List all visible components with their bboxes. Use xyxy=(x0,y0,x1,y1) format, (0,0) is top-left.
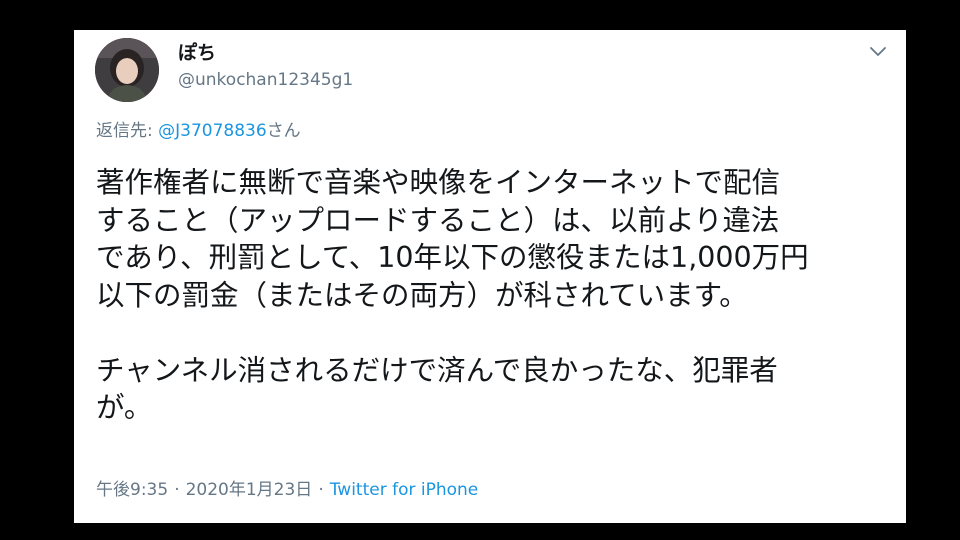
reply-suffix: さん xyxy=(266,121,301,141)
reply-context: 返信先: @J37078836さん xyxy=(96,119,301,143)
reply-prefix: 返信先: xyxy=(96,121,159,141)
chevron-down-icon xyxy=(870,47,886,56)
reply-mention-link[interactable]: @J37078836 xyxy=(158,121,267,141)
tweet-text-line: 著作権者に無断で音楽や映像をインターネットで配信 xyxy=(96,166,781,199)
tweet-menu-button[interactable] xyxy=(865,41,891,61)
tweet-text: 著作権者に無断で音楽や映像をインターネットで配信 すること（アップロードすること）… xyxy=(96,164,896,427)
tweet-text-line: 以下の罰金（またはその両方）が科されています。 xyxy=(96,278,748,312)
user-handle[interactable]: @unkochan12345g1 xyxy=(178,69,353,91)
user-photo-avatar-icon xyxy=(95,38,159,102)
tweet-metadata: 午後9:35 · 2020年1月23日 · Twitter for iPhone xyxy=(96,478,478,502)
tweet-text-line: すること（アップロードすること）は、以前より違法 xyxy=(96,203,780,237)
avatar[interactable] xyxy=(95,38,159,102)
tweet-text-line: チャンネル消されるだけで済んで良かったな、犯罪者 xyxy=(96,353,778,387)
tweet-text-line: であり、刑罰として、10年以下の懲役または1,000万円 xyxy=(96,241,809,274)
tweet-date[interactable]: 2020年1月23日 xyxy=(186,480,313,500)
tweet-card: ぽち @unkochan12345g1 返信先: @J37078836さん 著作… xyxy=(74,30,906,523)
display-name[interactable]: ぽち xyxy=(178,41,216,65)
meta-separator: · xyxy=(174,480,180,500)
meta-separator: · xyxy=(318,480,324,500)
tweet-text-blank-line xyxy=(96,314,896,352)
tweet-text-line: が。 xyxy=(96,391,153,424)
tweet-time[interactable]: 午後9:35 xyxy=(96,480,168,500)
tweet-source-link[interactable]: Twitter for iPhone xyxy=(330,480,479,500)
